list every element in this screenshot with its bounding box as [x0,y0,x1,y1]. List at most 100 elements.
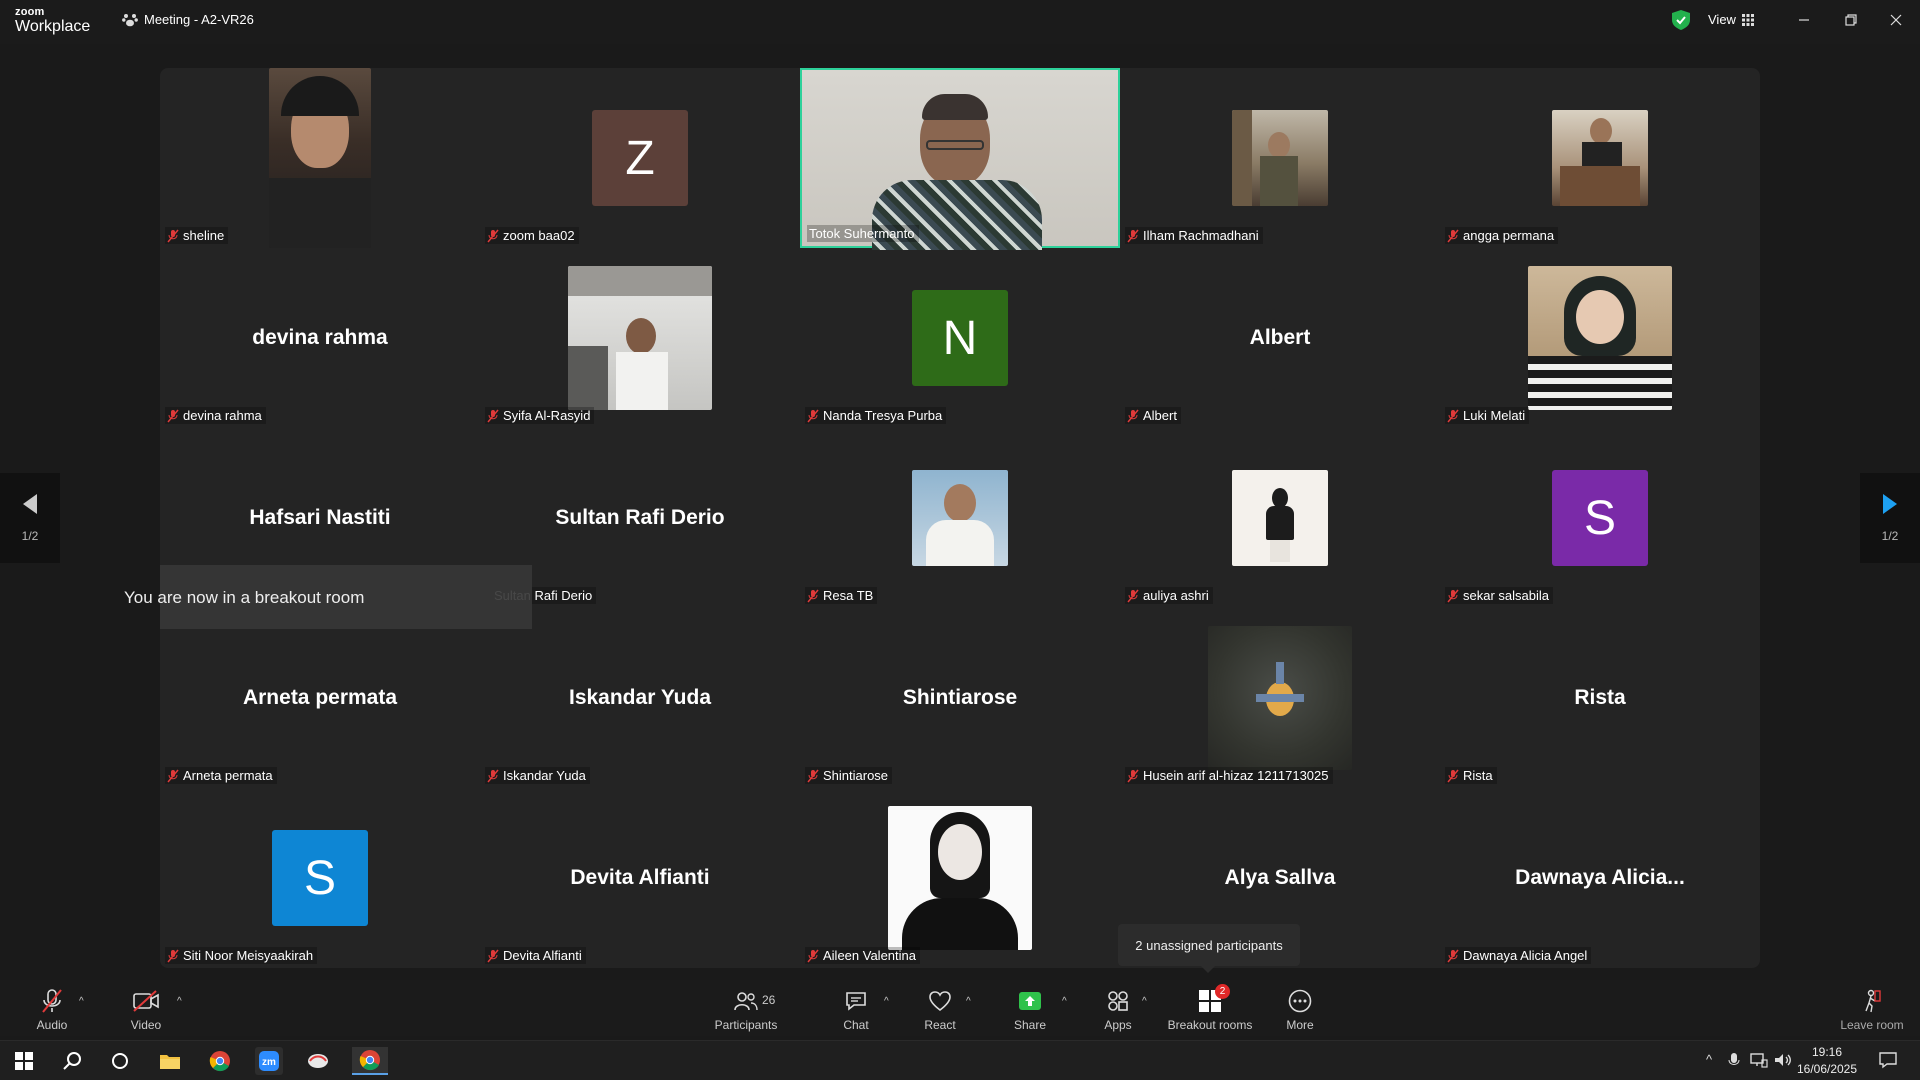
start-button[interactable] [10,1047,38,1075]
svg-text:zm: zm [262,1057,276,1068]
mic-muted-icon [1447,769,1459,782]
view-button[interactable]: View [1708,12,1754,27]
mic-muted-icon [1447,589,1459,602]
mic-muted-icon [38,987,66,1015]
video-button[interactable]: Video [124,980,168,1036]
volume-icon[interactable] [1774,1052,1792,1068]
mic-muted-icon [807,769,819,782]
more-button[interactable]: More [1278,980,1322,1036]
previous-page-button[interactable]: 1/2 [0,473,60,563]
participant-tile[interactable]: devina rahma devina rahma [160,248,480,428]
meeting-title-text: Meeting - A2-VR26 [144,12,254,27]
leave-room-button[interactable]: Leave room [1834,980,1910,1036]
participant-tile[interactable]: Rista Rista [1440,608,1760,788]
participant-name: Totok Suhermanto [809,226,915,241]
participant-tile[interactable]: Resa TB [800,428,1120,608]
search-button[interactable] [58,1047,86,1075]
participant-tile[interactable]: Husein arif al-hizaz 1211713025 [1120,608,1440,788]
breakout-rooms-button[interactable]: 2 Breakout rooms [1162,980,1258,1036]
participant-tile[interactable]: S sekar salsabila [1440,428,1760,608]
participant-photo [1208,626,1352,770]
participant-name-label: Nanda Tresya Purba [805,407,947,424]
participant-name: Rista [1463,768,1493,783]
participant-name-label: devina rahma [165,407,266,424]
triangle-left-icon [23,494,37,514]
chrome-active-button[interactable] [352,1047,388,1075]
mic-muted-icon [487,949,499,962]
restore-button[interactable] [1841,10,1861,30]
apps-button[interactable]: Apps [1096,980,1140,1036]
folder-icon [160,1055,180,1069]
cortana-button[interactable] [106,1047,134,1075]
participant-tile[interactable]: N Nanda Tresya Purba [800,248,1120,428]
participant-display-name: Sultan Rafi Derio [555,506,725,529]
app-taskbar-button[interactable] [304,1047,332,1075]
participant-tile[interactable]: Arneta permata Arneta permata [160,608,480,788]
participant-name-label: Rista [1445,767,1497,784]
participant-name-label: Resa TB [805,587,878,604]
participant-photo [1528,266,1672,410]
participants-icon [732,987,760,1015]
chat-options-caret[interactable]: ^ [884,996,889,1007]
participant-tile[interactable]: Aileen Valentina [800,788,1120,968]
audio-options-caret[interactable]: ^ [79,996,84,1007]
participant-name-label: zoom baa02 [485,227,579,244]
participant-name: Siti Noor Meisyaakirah [183,948,314,963]
participant-name-label: Siti Noor Meisyaakirah [165,947,318,964]
audio-button[interactable]: Audio [30,980,74,1036]
react-button[interactable]: React [918,980,962,1036]
participant-tile[interactable]: auliya ashri [1120,428,1440,608]
page-indicator: 1/2 [21,529,39,543]
paw-icon [122,13,138,26]
notifications-icon[interactable] [1878,1051,1898,1069]
participant-name-label: Arneta permata [165,767,277,784]
participant-display-name: Dawnaya Alicia... [1515,866,1685,889]
encryption-shield-icon[interactable] [1672,10,1690,30]
microphone-icon[interactable] [1728,1052,1740,1068]
participant-tile[interactable]: Iskandar Yuda Iskandar Yuda [480,608,800,788]
participant-tile[interactable]: Z zoom baa02 [480,68,800,248]
participant-tile[interactable]: S Siti Noor Meisyaakirah [160,788,480,968]
minimize-button[interactable] [1794,10,1814,30]
participant-photo [1552,110,1648,206]
participant-tile[interactable]: Ilham Rachmadhani [1120,68,1440,248]
share-label: Share [1013,1018,1047,1032]
network-icon[interactable] [1750,1052,1768,1068]
participant-name-label: Aileen Valentina [805,947,920,964]
participant-name-label: Luki Melati [1445,407,1530,424]
system-clock[interactable]: 19:16 16/06/2025 [1792,1044,1862,1078]
triangle-right-icon [1883,494,1897,514]
mic-muted-icon [807,409,819,422]
zoom-taskbar-button[interactable]: zm [255,1047,283,1075]
next-page-button[interactable]: 1/2 [1860,473,1920,563]
participant-tile[interactable]: angga permana [1440,68,1760,248]
participant-avatar: N [912,290,1008,386]
share-options-caret[interactable]: ^ [1062,996,1067,1007]
participant-tile[interactable]: Luki Melati [1440,248,1760,428]
windows-logo-icon [15,1052,33,1070]
chat-button[interactable]: Chat [834,980,878,1036]
chevron-up-icon[interactable]: ^ [1706,1052,1712,1067]
participants-button[interactable]: Participants [712,980,780,1036]
chrome-button[interactable] [206,1047,234,1075]
participants-label: Participants [714,1018,778,1032]
view-label: View [1708,12,1736,27]
clock-date: 16/06/2025 [1796,1062,1858,1076]
active-speaker-tile[interactable]: Totok Suhermanto [800,68,1120,250]
react-options-caret[interactable]: ^ [966,996,971,1007]
share-button[interactable]: Share [1008,980,1052,1036]
participant-tile[interactable]: Syifa Al-Rasyid [480,248,800,428]
apps-options-caret[interactable]: ^ [1142,996,1147,1007]
participant-tile[interactable]: Shintiarose Shintiarose [800,608,1120,788]
participant-tile[interactable]: Albert Albert [1120,248,1440,428]
tooltip-text: 2 unassigned participants [1135,937,1283,953]
participant-avatar: Z [592,110,688,206]
video-options-caret[interactable]: ^ [177,996,182,1007]
apps-label: Apps [1104,1018,1132,1032]
participant-tile[interactable]: sheline [160,68,480,248]
participant-display-name: Devita Alfianti [570,866,710,889]
close-button[interactable] [1886,10,1906,30]
participant-tile[interactable]: Devita Alfianti Devita Alfianti [480,788,800,968]
participant-tile[interactable]: Dawnaya Alicia... Dawnaya Alicia Angel [1440,788,1760,968]
file-explorer-button[interactable] [156,1047,184,1075]
